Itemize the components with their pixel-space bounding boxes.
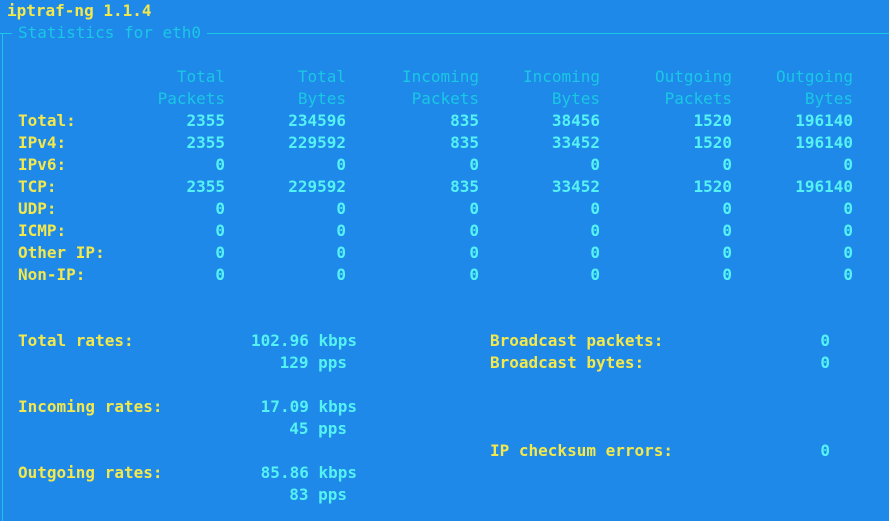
header-total-packets-line2: Packets	[157, 89, 225, 108]
header-incoming-packets-line1: Incoming	[401, 67, 479, 86]
table-cell: 0	[722, 221, 732, 240]
table-cell: 0	[722, 243, 732, 262]
table-cell: 0	[215, 243, 225, 262]
table-cell: 0	[590, 265, 600, 284]
table-cell: 0	[469, 155, 479, 174]
table-cell: 196140	[795, 111, 853, 130]
table-cell: 0	[590, 243, 600, 262]
table-cell: 0	[469, 221, 479, 240]
header-outgoing-bytes-line2: Bytes	[804, 89, 853, 108]
table-cell: 229592	[288, 133, 346, 152]
header-outgoing-packets-line1: Outgoing	[654, 67, 732, 86]
table-cell: 1520	[693, 133, 732, 152]
table-cell: 0	[722, 199, 732, 218]
table-cell: 0	[843, 243, 853, 262]
row-label-other-ip: Other IP:	[18, 243, 105, 262]
table-cell: 2355	[186, 133, 225, 152]
header-incoming-bytes-line2: Bytes	[551, 89, 600, 108]
table-cell: 0	[215, 265, 225, 284]
row-label-ipv6: IPv6:	[18, 155, 67, 174]
table-cell: 0	[590, 199, 600, 218]
table-cell: 0	[469, 199, 479, 218]
header-total-packets-line1: Total	[176, 67, 225, 86]
broadcast-bytes-value: 0	[820, 353, 830, 372]
table-cell: 0	[469, 243, 479, 262]
table-cell: 234596	[288, 111, 346, 130]
incoming-rates-pps: 45 pps	[289, 419, 347, 438]
table-cell: 196140	[795, 177, 853, 196]
row-label-non-ip: Non-IP:	[18, 265, 86, 284]
table-cell: 0	[469, 265, 479, 284]
table-cell: 0	[843, 199, 853, 218]
table-cell: 1520	[693, 111, 732, 130]
header-total-bytes-line1: Total	[297, 67, 346, 86]
table-cell: 835	[450, 111, 479, 130]
table-cell: 0	[336, 221, 346, 240]
table-cell: 0	[215, 155, 225, 174]
header-total-bytes-line2: Bytes	[297, 89, 346, 108]
table-cell: 38456	[551, 111, 600, 130]
total-rates-label: Total rates:	[18, 331, 134, 350]
table-cell: 835	[450, 177, 479, 196]
table-cell: 0	[722, 265, 732, 284]
table-cell: 0	[336, 265, 346, 284]
table-cell: 835	[450, 133, 479, 152]
header-incoming-packets-line2: Packets	[411, 89, 479, 108]
ip-checksum-errors-label: IP checksum errors:	[490, 441, 674, 460]
header-incoming-bytes-line1: Incoming	[522, 67, 600, 86]
row-label-ipv4: IPv4:	[18, 133, 67, 152]
row-label-tcp: TCP:	[18, 177, 57, 196]
table-cell: 0	[843, 265, 853, 284]
outgoing-rates-pps: 83 pps	[289, 485, 347, 504]
app-title: iptraf-ng 1.1.4	[7, 1, 152, 20]
header-outgoing-bytes-line1: Outgoing	[775, 67, 853, 86]
table-cell: 0	[336, 155, 346, 174]
window-frame-left	[2, 33, 3, 521]
window-title: Statistics for eth0	[12, 22, 208, 44]
table-cell: 2355	[186, 111, 225, 130]
total-rates-kbps: 102.96 kbps	[251, 331, 357, 350]
table-cell: 0	[843, 155, 853, 174]
table-cell: 1520	[693, 177, 732, 196]
table-cell: 196140	[795, 133, 853, 152]
broadcast-bytes-label: Broadcast bytes:	[490, 353, 645, 372]
table-cell: 229592	[288, 177, 346, 196]
table-cell: 0	[336, 199, 346, 218]
outgoing-rates-label: Outgoing rates:	[18, 463, 163, 482]
header-outgoing-packets-line2: Packets	[664, 89, 732, 108]
table-cell: 0	[590, 221, 600, 240]
table-cell: 0	[336, 243, 346, 262]
broadcast-packets-value: 0	[820, 331, 830, 350]
table-cell: 2355	[186, 177, 225, 196]
table-cell: 33452	[551, 133, 600, 152]
row-label-icmp: ICMP:	[18, 221, 67, 240]
table-cell: 0	[590, 155, 600, 174]
broadcast-packets-label: Broadcast packets:	[490, 331, 664, 350]
table-cell: 33452	[551, 177, 600, 196]
row-label-total: Total:	[18, 111, 76, 130]
total-rates-pps: 129 pps	[279, 353, 347, 372]
table-cell: 0	[215, 221, 225, 240]
ip-checksum-errors-value: 0	[820, 441, 830, 460]
table-cell: 0	[722, 155, 732, 174]
table-cell: 0	[215, 199, 225, 218]
incoming-rates-label: Incoming rates:	[18, 397, 163, 416]
table-cell: 0	[843, 221, 853, 240]
incoming-rates-kbps: 17.09 kbps	[260, 397, 357, 416]
row-label-udp: UDP:	[18, 199, 57, 218]
outgoing-rates-kbps: 85.86 kbps	[260, 463, 357, 482]
